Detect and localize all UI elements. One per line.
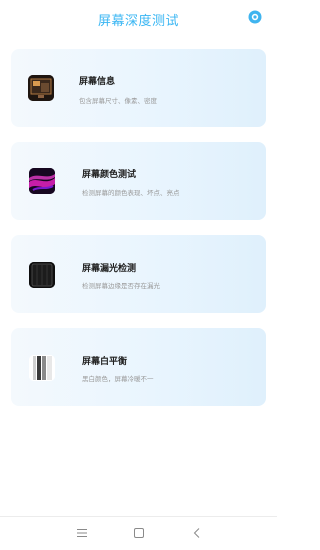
card-description: 黑白颜色，屏幕冷暖不一	[82, 375, 154, 383]
card-title: 屏幕颜色测试	[82, 170, 137, 180]
card-description: 检测屏幕的颜色表现、坏点、亮点	[82, 189, 180, 197]
card-description: 检测屏幕边缘是否存在漏光	[82, 282, 160, 290]
settings-icon[interactable]	[248, 10, 262, 24]
page-title: 屏幕深度测试	[97, 14, 179, 29]
light-leak-icon	[29, 262, 55, 288]
white-balance-icon	[29, 355, 55, 381]
app-header: 屏幕深度测试	[0, 0, 277, 38]
screen-info-icon	[28, 75, 54, 101]
card-color-test[interactable]: 屏幕颜色测试 检测屏幕的颜色表现、坏点、亮点	[11, 142, 266, 220]
card-screen-info[interactable]: 屏幕信息 包含屏幕尺寸、像素、密度	[11, 49, 266, 127]
card-title: 屏幕漏光检测	[82, 264, 137, 274]
system-navbar	[0, 516, 277, 550]
card-title: 屏幕信息	[79, 77, 116, 87]
color-test-icon	[29, 168, 55, 194]
home-icon[interactable]	[132, 526, 146, 540]
card-title: 屏幕白平衡	[82, 357, 128, 367]
card-description: 包含屏幕尺寸、像素、密度	[79, 97, 157, 105]
menu-icon[interactable]	[75, 526, 89, 540]
back-icon[interactable]	[190, 526, 204, 540]
card-light-leak[interactable]: 屏幕漏光检测 检测屏幕边缘是否存在漏光	[11, 235, 266, 313]
card-white-balance[interactable]: 屏幕白平衡 黑白颜色，屏幕冷暖不一	[11, 328, 266, 406]
